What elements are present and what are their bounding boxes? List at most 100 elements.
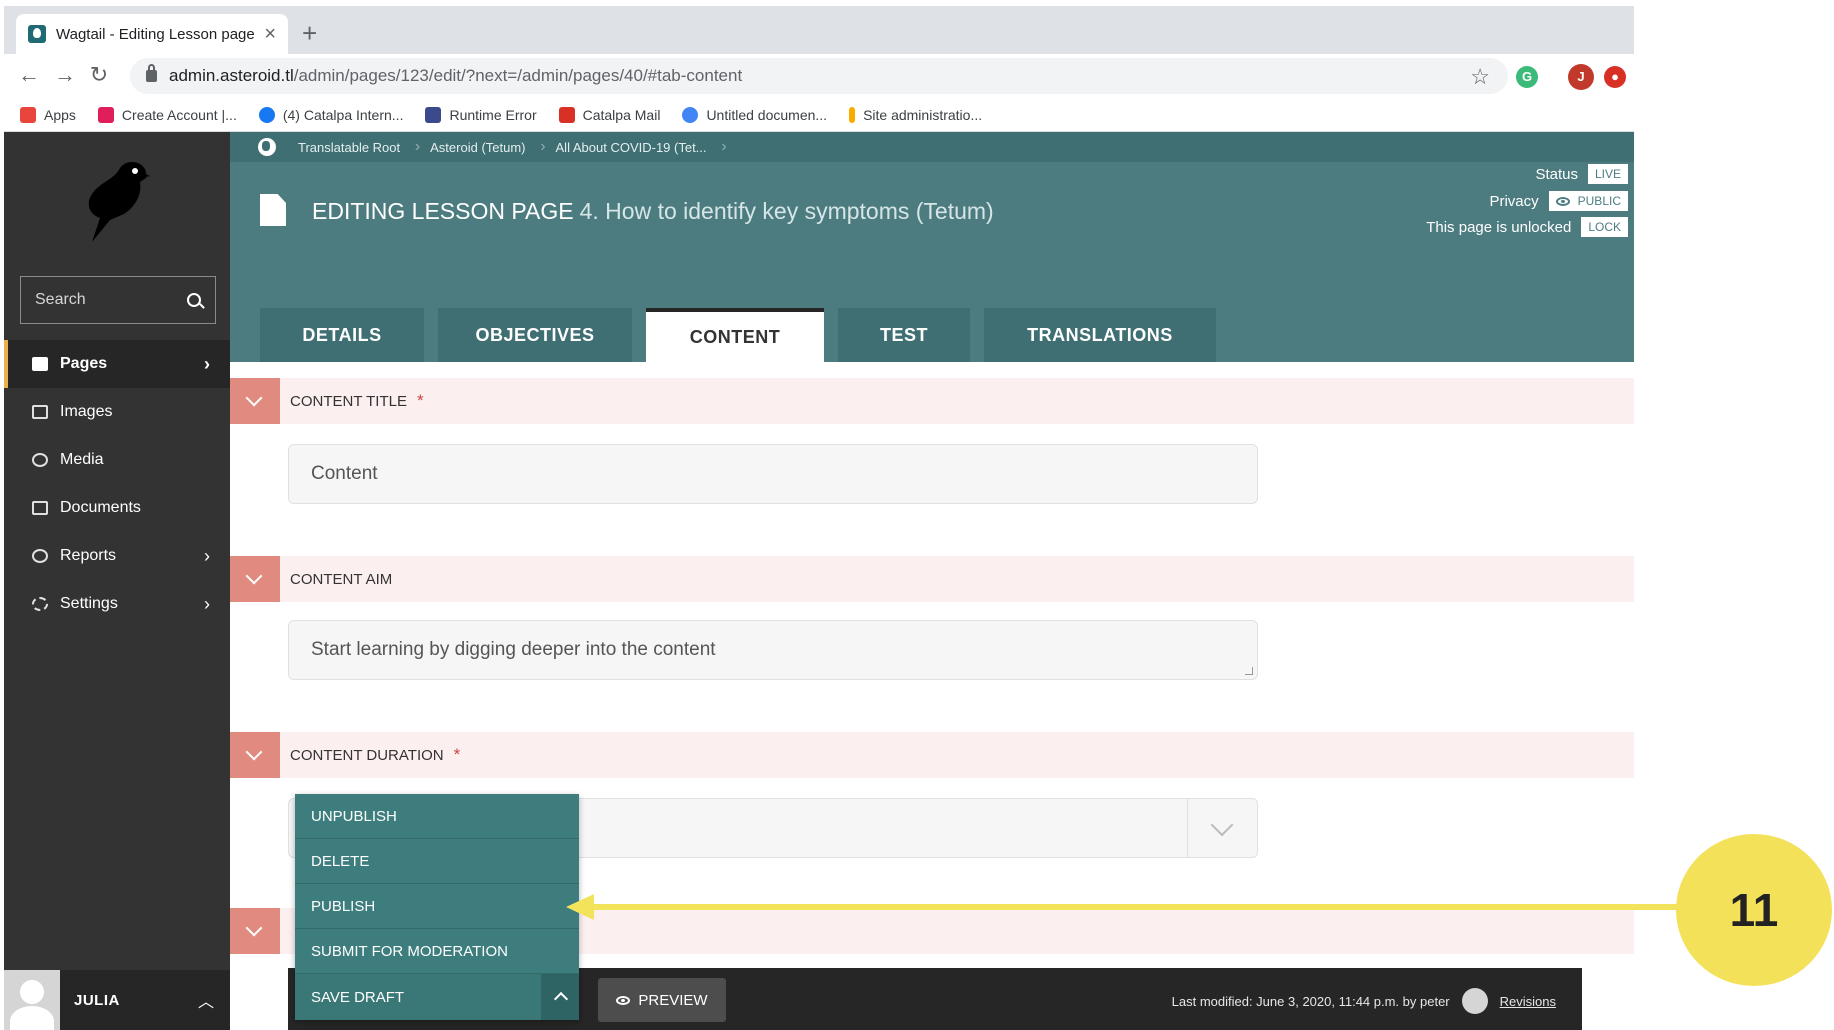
page-title: EDITING LESSON PAGE 4. How to identify ke… — [312, 198, 994, 225]
gmail-icon — [558, 106, 575, 123]
status-row: Status LIVE — [1535, 164, 1628, 184]
feather-icon — [849, 106, 856, 123]
revisions-link[interactable]: Revisions — [1500, 994, 1556, 1009]
tab-translations[interactable]: TRANSLATIONS — [984, 308, 1216, 362]
status-badge[interactable]: LIVE — [1587, 164, 1628, 184]
bookmark-star-icon[interactable]: ☆ — [1470, 64, 1490, 90]
sidebar-item-media[interactable]: Media — [4, 436, 230, 484]
forward-icon[interactable]: → — [50, 60, 80, 90]
submit-for-moderation-button[interactable]: SUBMIT FOR MODERATION — [295, 929, 579, 974]
screenshot-stage: Wagtail - Editing Lesson page: × + ← → ↻… — [0, 0, 1834, 1030]
account-name: JULIA — [74, 991, 120, 1009]
privacy-button[interactable]: PUBLIC — [1548, 191, 1628, 211]
sidebar-search[interactable]: Search — [20, 276, 216, 324]
section-content-aim: CONTENT AIM — [230, 556, 1634, 602]
preview-label: PREVIEW — [638, 991, 708, 1009]
new-tab-icon[interactable]: + — [302, 20, 317, 46]
tab-content[interactable]: CONTENT — [646, 308, 824, 362]
reload-icon[interactable]: ↻ — [84, 60, 114, 90]
extension-icon[interactable]: ● — [1604, 66, 1626, 88]
section-label: CONTENT TITLE — [290, 392, 407, 410]
sidebar-item-label: Pages — [60, 355, 108, 372]
editor-tabs: DETAILS OBJECTIVES CONTENT TEST TRANSLAT… — [260, 308, 1230, 362]
sidebar-item-label: Documents — [60, 499, 141, 516]
wagtail-favicon-icon — [28, 25, 46, 43]
content-aim-field[interactable]: Start learning by digging deeper into th… — [288, 620, 1258, 680]
search-icon[interactable] — [187, 293, 201, 307]
browser-tab-title: Wagtail - Editing Lesson page: — [56, 25, 256, 43]
search-input[interactable]: Search — [35, 291, 86, 309]
unpublish-button[interactable]: UNPUBLISH — [295, 794, 579, 839]
delete-button[interactable]: DELETE — [295, 839, 579, 884]
sidebar-item-pages[interactable]: Pages › — [4, 340, 230, 388]
privacy-row: Privacy PUBLIC — [1489, 191, 1628, 211]
content-aim-value: Start learning by digging deeper into th… — [311, 639, 716, 660]
preview-button[interactable]: PREVIEW — [598, 978, 726, 1022]
tab-test[interactable]: TEST — [838, 308, 970, 362]
chevron-right-icon: › — [204, 594, 210, 614]
chevron-down-icon[interactable] — [1187, 799, 1257, 857]
breadcrumb-item[interactable]: Translatable Root — [298, 138, 420, 156]
sidebar-item-images[interactable]: Images — [4, 388, 230, 436]
bookmark-apps[interactable]: Apps — [20, 106, 76, 123]
privacy-label: Privacy — [1489, 192, 1539, 210]
globe-icon[interactable] — [258, 138, 276, 156]
bookmark-runtime-error[interactable]: Runtime Error — [425, 106, 537, 123]
chevron-up-icon[interactable]: ︿ — [198, 988, 214, 1012]
publish-button[interactable]: PUBLISH — [295, 884, 579, 929]
action-dropdown: UNPUBLISH DELETE PUBLISH SUBMIT FOR MODE… — [295, 794, 579, 1020]
profile-avatar[interactable]: J — [1568, 64, 1594, 90]
bookmarks-bar: Apps Create Account |... (4) Catalpa Int… — [4, 98, 1634, 132]
page-title-name: 4. How to identify key symptoms (Tetum) — [579, 198, 994, 224]
chevron-down-icon[interactable] — [230, 556, 280, 602]
browser-tab[interactable]: Wagtail - Editing Lesson page: × — [16, 14, 288, 54]
breadcrumb-item[interactable]: Asteroid (Tetum) — [430, 138, 546, 156]
chevron-down-icon[interactable] — [230, 378, 280, 424]
wagtail-sidebar: Search Pages › Images Media Documents Re… — [4, 132, 230, 1030]
bookmark-catalpa-intern[interactable]: (4) Catalpa Intern... — [258, 106, 403, 123]
google-icon — [682, 106, 699, 123]
facebook-icon — [258, 106, 275, 123]
step-number-badge: 11 — [1676, 834, 1832, 986]
avatar — [1461, 988, 1488, 1014]
sidebar-item-settings[interactable]: Settings › — [4, 580, 230, 628]
chevron-right-icon: › — [204, 546, 210, 566]
bookmark-create-account[interactable]: Create Account |... — [97, 106, 237, 123]
folder-icon — [32, 357, 48, 371]
account-menu[interactable]: JULIA ︿ — [4, 970, 230, 1030]
section-content-title: CONTENT TITLE * — [230, 378, 1634, 424]
chevron-down-icon[interactable] — [230, 732, 280, 778]
lock-button[interactable]: LOCK — [1581, 217, 1628, 237]
sidebar-item-documents[interactable]: Documents — [4, 484, 230, 532]
resize-handle[interactable] — [1245, 667, 1253, 675]
content-title-field[interactable]: Content — [288, 444, 1258, 504]
grammarly-extension-icon[interactable]: G — [1516, 66, 1538, 88]
chevron-right-icon: › — [204, 354, 210, 374]
eye-icon — [1555, 196, 1570, 206]
close-tab-icon[interactable]: × — [264, 23, 276, 46]
bookmark-site-administration[interactable]: Site administratio... — [849, 106, 982, 123]
tab-objectives[interactable]: OBJECTIVES — [438, 308, 632, 362]
back-icon[interactable]: ← — [14, 60, 44, 90]
page-title-prefix: EDITING LESSON PAGE — [312, 198, 574, 224]
eye-icon — [616, 995, 631, 1005]
bookmark-untitled-document[interactable]: Untitled documen... — [682, 106, 827, 123]
image-icon — [32, 405, 48, 419]
runtime-icon — [425, 106, 442, 123]
bookmark-catalpa-mail[interactable]: Catalpa Mail — [558, 106, 660, 123]
chevron-up-icon[interactable] — [541, 974, 579, 1020]
sidebar-item-reports[interactable]: Reports › — [4, 532, 230, 580]
breadcrumb-item[interactable]: All About COVID-19 (Tet... — [556, 138, 727, 156]
tab-details[interactable]: DETAILS — [260, 308, 424, 362]
chevron-down-icon[interactable] — [230, 908, 280, 954]
sidebar-item-label: Images — [60, 403, 113, 420]
annotation-arrow — [584, 904, 1680, 910]
document-icon — [32, 501, 48, 515]
save-draft-button[interactable]: SAVE DRAFT — [295, 989, 541, 1006]
sidebar-item-label: Settings — [60, 595, 118, 612]
wagtail-logo-icon[interactable] — [80, 158, 152, 244]
reports-icon — [32, 549, 48, 563]
apps-grid-icon — [20, 106, 36, 123]
address-bar[interactable]: admin.asteroid.tl /admin/pages/123/edit/… — [130, 58, 1508, 94]
section-label: CONTENT AIM — [290, 570, 393, 588]
